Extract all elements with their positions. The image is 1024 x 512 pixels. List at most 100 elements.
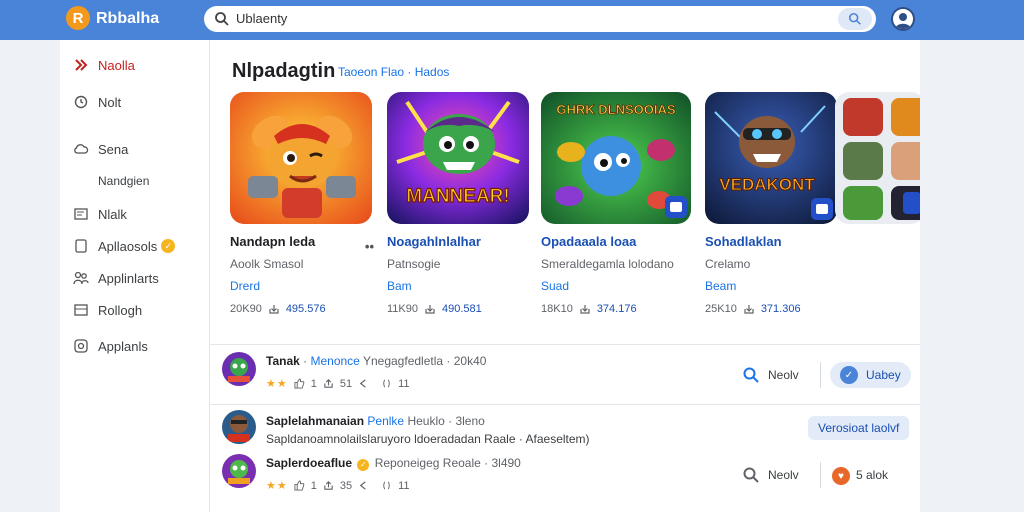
app-category[interactable]: Drerd	[230, 279, 380, 293]
item-meta: Heuklo · 3leno	[407, 414, 485, 428]
app-card[interactable]: GHRK DLNSOOIAS Opadaaala loaa Smeraldega…	[541, 92, 691, 315]
sidebar-item-window[interactable]: Nlalk	[72, 204, 127, 224]
sidebar-item-list[interactable]: Rollogh	[72, 300, 142, 320]
reply-icon[interactable]	[358, 480, 369, 491]
item-name[interactable]: Tanak	[266, 354, 300, 368]
app-card[interactable]: MANNEAR! Noagahlnlalhar Patnsogie Bam 11…	[387, 92, 537, 315]
app-category[interactable]: Beam	[705, 279, 855, 293]
share-count: 51	[339, 377, 353, 390]
rating-stars: ★★	[266, 378, 288, 390]
sidebar-item-label: Rollogh	[98, 302, 143, 318]
download-icon	[580, 305, 590, 314]
clock-icon	[72, 93, 90, 111]
sidebar-subitem[interactable]: Nandgien	[98, 174, 149, 188]
get-button-label: Uabey	[866, 368, 901, 382]
share-count: 35	[339, 479, 353, 492]
rating-stars: ★★	[266, 480, 288, 492]
bracket-icon	[383, 481, 390, 490]
sidebar-item-people[interactable]: Applinlarts	[72, 268, 159, 288]
sidebar: Naolla Nolt Sena Nandgien Nlalk Apllaoso…	[60, 40, 210, 512]
version-button-label: Verosioat laolvf	[818, 421, 900, 435]
like-button-label[interactable]: 5 alok	[856, 468, 888, 482]
app-thumbnail[interactable]	[230, 92, 372, 224]
card-art-text: MANNEAR!	[406, 186, 509, 207]
sidebar-item-recent[interactable]: Nolt	[72, 92, 121, 112]
app-downloads: 490.581	[442, 303, 482, 315]
search-input[interactable]: Ublaenty	[236, 11, 287, 26]
view-button[interactable]: Neolv	[768, 368, 799, 382]
more-options-icon[interactable]: ••	[365, 239, 374, 254]
app-stats: 11K90 490.581	[387, 303, 537, 315]
get-button[interactable]: ✓ Uabey	[830, 362, 911, 388]
app-card[interactable]: Nandapn leda Aoolk Smasol Drerd 20K90 49…	[230, 92, 380, 315]
item-title[interactable]: Saplelahmanaian Penlke Heuklo · 3leno	[266, 414, 485, 428]
sidebar-item-apps[interactable]: Apllaosols ✓	[72, 236, 176, 256]
app-thumbnail[interactable]: MANNEAR!	[387, 92, 529, 224]
app-stats: 25K10 371.306	[705, 303, 855, 315]
download-icon	[744, 305, 754, 314]
heart-icon[interactable]: ♥	[832, 467, 850, 485]
item-count: 11	[398, 479, 410, 492]
more-apps-strip[interactable]	[835, 92, 920, 224]
search-bar[interactable]: Ublaenty	[204, 6, 876, 32]
item-meta: Reoale · 3l490	[442, 456, 521, 470]
app-thumbnail[interactable]: GHRK DLNSOOIAS	[541, 92, 691, 224]
item-title[interactable]: Tanak · Menonce Ynegagfedletla · 20k40	[266, 354, 486, 368]
list-item[interactable]: Saplelahmanaian Penlke Heuklo · 3leno Sa…	[210, 404, 920, 512]
list-item[interactable]: Tanak · Menonce Ynegagfedletla · 20k40 ★…	[210, 344, 920, 404]
app-avatar[interactable]	[222, 454, 256, 488]
app-developer: Aoolk Smasol	[230, 257, 304, 271]
app-title[interactable]: Noagahlnlalhar	[387, 234, 537, 249]
item-name[interactable]: Saplerdoeaflue	[266, 456, 352, 470]
search-icon[interactable]	[742, 366, 760, 384]
section-subtitle[interactable]: Taoeon Flao · Hados	[338, 65, 449, 79]
divider	[820, 462, 821, 488]
item-tag[interactable]: Penlke	[367, 414, 404, 428]
logo-icon	[72, 56, 90, 74]
app-card[interactable]: VEDAKONT Sohadlaklan Crelamo Beam 25K10 …	[705, 92, 855, 315]
tablet-icon	[72, 237, 90, 255]
item-count: 11	[398, 377, 410, 390]
app-downloads: 374.176	[596, 303, 637, 315]
version-button[interactable]: Verosioat laolvf	[808, 416, 910, 440]
item-stats: ★★ 1 51 11	[266, 377, 410, 391]
reply-icon[interactable]	[358, 378, 369, 389]
sidebar-item-cloud[interactable]: Sena	[72, 139, 128, 159]
list-icon	[72, 301, 90, 319]
share-icon[interactable]	[323, 480, 334, 491]
share-icon[interactable]	[323, 378, 334, 389]
sidebar-item-label: Apllaosols	[98, 238, 158, 254]
item-meta: Ynegagfedletla · 20k40	[362, 354, 487, 368]
app-size: 20K90	[230, 303, 262, 315]
item-tag[interactable]: Menonce	[310, 354, 359, 368]
app-stats: 18K10 374.176	[541, 303, 691, 315]
app-name[interactable]: Rbbalha	[96, 10, 159, 28]
sidebar-item-label: Applanls	[98, 338, 148, 354]
search-button[interactable]	[838, 8, 872, 30]
sidebar-item-camera[interactable]: Applanls	[72, 336, 148, 356]
search-icon	[848, 12, 861, 25]
item-title[interactable]: Saplerdoeaflue ✓ Reponeigeg Reoale · 3l4…	[266, 456, 521, 471]
app-avatar[interactable]	[222, 410, 256, 444]
item-tag[interactable]: Reponeigeg	[375, 456, 440, 470]
view-button[interactable]: Neolv	[768, 468, 799, 482]
app-title[interactable]: Opadaaala loaa	[541, 234, 691, 249]
search-icon[interactable]	[742, 466, 760, 484]
app-title[interactable]: Sohadlaklan	[705, 234, 855, 249]
item-description: Sapldanoamnolailslaruyoro ldoeradadan Ra…	[266, 432, 590, 446]
item-name[interactable]: Saplelahmanaian	[266, 414, 364, 428]
like-icon[interactable]	[294, 480, 305, 491]
app-avatar[interactable]	[222, 352, 256, 386]
app-logo-icon[interactable]: R	[66, 6, 90, 30]
user-avatar[interactable]	[891, 7, 915, 31]
app-category[interactable]: Suad	[541, 279, 691, 293]
app-size: 18K10	[541, 303, 573, 315]
app-thumbnail[interactable]: VEDAKONT	[705, 92, 837, 224]
app-category[interactable]: Bam	[387, 279, 537, 293]
check-icon: ✓	[840, 366, 858, 384]
app-title[interactable]: Nandapn leda	[230, 234, 380, 249]
main-content: Nlpadagtin Taoeon Flao · Hados Nandapn l…	[210, 40, 920, 512]
people-icon	[72, 269, 90, 287]
like-icon[interactable]	[294, 378, 305, 389]
sidebar-item-home[interactable]: Naolla	[72, 55, 135, 75]
